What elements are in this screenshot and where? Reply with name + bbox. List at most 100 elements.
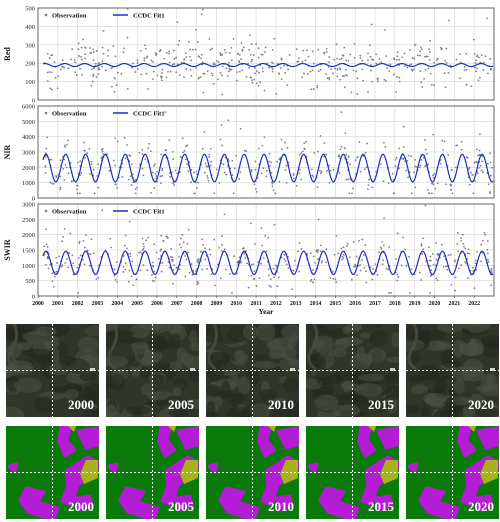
observation-point: [355, 70, 358, 73]
observation-point: [257, 84, 260, 87]
observation-point: [272, 189, 275, 192]
observation-point: [371, 278, 373, 281]
observation-point: [79, 254, 82, 257]
observation-point: [233, 255, 235, 258]
observation-point: [142, 243, 145, 245]
observation-point: [145, 56, 148, 59]
observation-point: [175, 56, 178, 59]
observation-point: [150, 150, 152, 153]
observation-point: [458, 53, 461, 55]
observation-point: [382, 259, 384, 261]
observation-point: [171, 150, 174, 153]
observation-point: [298, 242, 301, 244]
observation-point: [312, 269, 314, 272]
observation-point: [429, 292, 432, 294]
observation-point: [402, 146, 405, 148]
observation-point: [336, 75, 339, 78]
observation-point: [153, 187, 156, 189]
observation-point: [432, 174, 434, 177]
observation-point: [329, 277, 332, 280]
observation-point: [385, 55, 388, 58]
observation-point: [426, 55, 429, 58]
observation-point: [190, 59, 193, 62]
observation-point: [204, 162, 207, 165]
observation-point: [186, 163, 189, 166]
observation-point: [271, 70, 274, 73]
observation-point: [376, 80, 379, 83]
observation-point: [337, 252, 339, 255]
observation-point: [352, 187, 354, 190]
observation-point: [58, 255, 60, 258]
observation-point: [334, 67, 337, 70]
observation-point: [306, 49, 308, 52]
observation-point: [147, 147, 150, 150]
observation-point: [320, 170, 323, 173]
observation-point: [250, 274, 253, 277]
observation-point: [444, 86, 447, 89]
observation-point: [309, 252, 312, 255]
observation-point: [335, 43, 338, 46]
observation-point: [304, 59, 307, 62]
observation-point: [419, 50, 422, 53]
terrain-texture: [220, 380, 231, 399]
terrain-texture: [14, 377, 42, 393]
observation-point: [222, 163, 225, 166]
observation-point: [59, 68, 62, 71]
observation-point: [395, 91, 398, 93]
observation-point: [164, 111, 167, 114]
observation-point: [283, 254, 286, 256]
observation-point: [248, 48, 251, 51]
observation-point: [457, 250, 459, 253]
observation-point: [67, 67, 69, 70]
observation-point: [424, 165, 427, 168]
observation-point: [110, 67, 113, 70]
terrain-texture: [359, 332, 371, 339]
observation-point: [301, 150, 304, 153]
observation-point: [339, 68, 342, 71]
observation-point: [287, 267, 290, 269]
observation-point: [317, 48, 320, 51]
observation-point: [424, 69, 427, 71]
observation-point: [180, 246, 182, 249]
observation-point: [268, 160, 271, 163]
observation-point: [396, 55, 399, 58]
observation-point: [419, 54, 421, 57]
observation-point: [122, 265, 125, 268]
observation-point: [476, 67, 478, 70]
observation-point: [367, 184, 370, 186]
observation-point: [429, 275, 432, 277]
observation-point: [88, 47, 91, 49]
observation-point: [335, 235, 338, 237]
x-tick-label: 2003: [92, 301, 104, 307]
observation-point: [447, 153, 450, 156]
observation-point: [319, 68, 322, 71]
terrain-texture: [189, 343, 199, 352]
observation-point: [245, 75, 248, 78]
observation-point: [352, 241, 355, 243]
observation-point: [441, 139, 444, 142]
observation-point: [202, 244, 205, 246]
observation-point: [426, 152, 428, 155]
observation-point: [141, 237, 144, 240]
terrain-texture: [145, 399, 170, 407]
observation-point: [265, 250, 268, 253]
observation-point: [263, 89, 266, 92]
observation-point: [150, 59, 153, 62]
panel-year-label: 2010: [268, 397, 294, 412]
observation-point: [398, 147, 401, 150]
observation-point: [97, 186, 100, 189]
observation-point: [136, 68, 139, 70]
terrain-texture: [358, 373, 384, 382]
observation-point: [353, 42, 356, 45]
observation-point: [154, 163, 156, 165]
terrain-texture: [184, 355, 199, 372]
observation-point: [326, 77, 329, 80]
observation-point: [171, 258, 174, 261]
observation-point: [80, 172, 83, 174]
terrain-texture: [172, 387, 183, 397]
panel-year-label: 2020: [468, 499, 494, 514]
observation-point: [345, 59, 348, 62]
observation-point: [395, 258, 397, 260]
observation-point: [250, 43, 253, 46]
observation-point: [482, 171, 484, 174]
